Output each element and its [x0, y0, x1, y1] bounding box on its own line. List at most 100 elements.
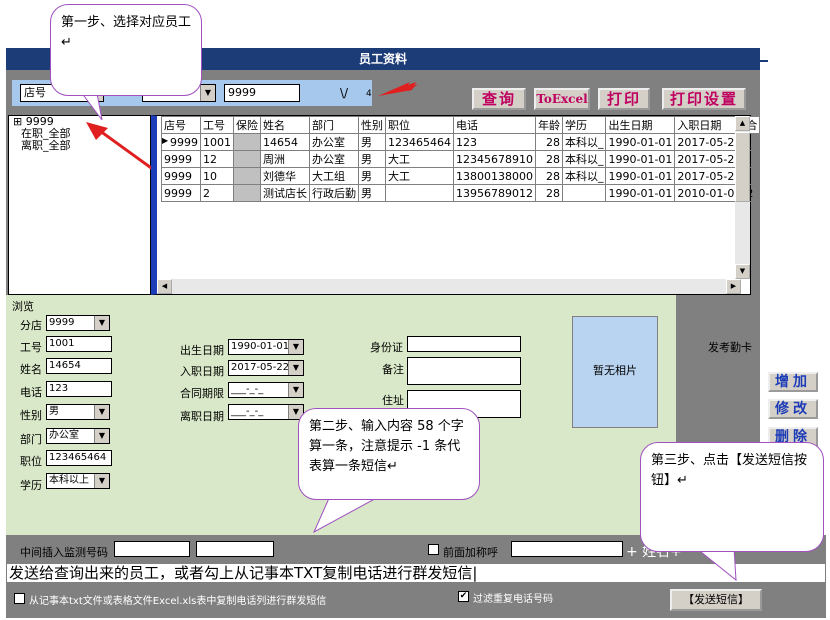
col-position[interactable]: 职位: [385, 116, 454, 134]
cell[interactable]: 刘德华: [260, 167, 310, 185]
table-row[interactable]: 9999 2 测试店长 行政后勤 男 13956789012 28 1990-0…: [161, 184, 761, 202]
col-dept[interactable]: 部门: [309, 116, 359, 134]
birth-date-picker[interactable]: 1990-01-01 ▼: [228, 339, 304, 355]
search-input[interactable]: 9999: [224, 84, 300, 102]
cell[interactable]: 28: [534, 133, 563, 151]
cell[interactable]: 本科以_: [561, 150, 607, 168]
cell[interactable]: 男: [358, 167, 386, 185]
note-field[interactable]: [407, 357, 521, 385]
col-id[interactable]: 工号: [200, 116, 234, 134]
photo-placeholder[interactable]: 暂无相片: [572, 316, 658, 428]
cell[interactable]: 大工: [385, 167, 454, 185]
cell[interactable]: 男: [358, 184, 386, 202]
cell[interactable]: 2017-05-22: [674, 150, 745, 168]
cell[interactable]: 12: [200, 150, 234, 168]
insert-number-field-1[interactable]: [114, 541, 190, 557]
cell[interactable]: [233, 184, 261, 202]
cell[interactable]: 周洲: [260, 150, 310, 168]
cell[interactable]: 本科以_: [561, 133, 607, 151]
edit-button[interactable]: 修改: [768, 399, 818, 419]
col-store[interactable]: 店号: [161, 116, 201, 134]
cell[interactable]: 9999: [161, 184, 201, 202]
chevron-down-icon[interactable]: ▼: [94, 316, 109, 330]
cell[interactable]: [233, 133, 261, 151]
scroll-right-icon[interactable]: ▶: [726, 279, 741, 294]
id-field[interactable]: 1001: [46, 336, 112, 352]
cell[interactable]: 2017-05-22: [674, 133, 745, 151]
print-settings-button[interactable]: 打印设置: [662, 88, 746, 110]
chevron-down-icon[interactable]: ▼: [94, 405, 109, 419]
scroll-up-icon[interactable]: ▲: [735, 116, 750, 131]
idcard-field[interactable]: [407, 336, 521, 352]
txt-import-checkbox[interactable]: [14, 593, 25, 604]
col-hire[interactable]: 入职日期: [674, 116, 745, 134]
store-select[interactable]: 9999 ▼: [46, 315, 110, 331]
scroll-thumb[interactable]: [735, 132, 750, 202]
dedupe-checkbox[interactable]: ✔: [458, 591, 469, 602]
hire-date-picker[interactable]: 2017-05-22 ▼: [228, 360, 304, 376]
cell[interactable]: [233, 167, 261, 185]
col-edu[interactable]: 学历: [561, 116, 607, 134]
cell[interactable]: 1990-01-01: [605, 167, 676, 185]
edu-select[interactable]: 本科以上 ▼: [46, 473, 110, 489]
cell[interactable]: 本科以_: [561, 167, 607, 185]
contract-date-picker[interactable]: ___-_-_ ▼: [228, 382, 304, 398]
horizontal-scrollbar[interactable]: ◀ ▶: [157, 279, 741, 294]
cell[interactable]: 123465464: [385, 133, 454, 151]
cell[interactable]: 28: [534, 150, 563, 168]
cell[interactable]: 9999: [161, 150, 201, 168]
scroll-down-icon[interactable]: ▼: [735, 264, 750, 279]
cell[interactable]: 测试店长: [260, 184, 310, 202]
cell[interactable]: 男: [358, 133, 386, 151]
col-phone[interactable]: 电话: [453, 116, 536, 134]
cell[interactable]: [561, 184, 607, 202]
cell[interactable]: 办公室: [309, 150, 359, 168]
table-row[interactable]: 9999 12 周洲 办公室 男 大工 12345678910 28 本科以_ …: [161, 150, 761, 168]
cell[interactable]: 28: [534, 167, 563, 185]
col-name[interactable]: 姓名: [260, 116, 310, 134]
print-button[interactable]: 打印: [598, 88, 650, 110]
col-insurance[interactable]: 保险: [233, 116, 261, 134]
excel-button[interactable]: ToExcel: [534, 88, 590, 110]
chevron-down-icon[interactable]: ▼: [200, 85, 215, 101]
cell[interactable]: 9999: [161, 167, 201, 185]
cell[interactable]: [233, 150, 261, 168]
prefix-checkbox[interactable]: [428, 544, 439, 555]
chevron-down-icon[interactable]: ▼: [288, 340, 303, 354]
employee-grid[interactable]: 店号 工号 保险 姓名 部门 性别 职位 电话 年龄 学历 出生日期 入职日期 …: [151, 115, 761, 295]
cell[interactable]: 13956789012: [453, 184, 536, 202]
cell[interactable]: 13800138000: [453, 167, 536, 185]
cell[interactable]: 14654: [260, 133, 310, 151]
chevron-down-icon[interactable]: ▼: [94, 429, 109, 443]
scroll-left-icon[interactable]: ◀: [157, 279, 172, 294]
phone-field[interactable]: 123: [46, 381, 112, 397]
chevron-down-icon[interactable]: ▼: [288, 361, 303, 375]
cell[interactable]: 大工组: [309, 167, 359, 185]
name-field[interactable]: 14654: [46, 358, 112, 374]
position-field[interactable]: 123465464: [46, 450, 112, 466]
cell[interactable]: 办公室: [309, 133, 359, 151]
cell[interactable]: 1990-01-01: [605, 150, 676, 168]
col-gender[interactable]: 性别: [358, 116, 386, 134]
col-age[interactable]: 年龄: [534, 116, 563, 134]
prefix-field[interactable]: [511, 541, 623, 557]
chevron-down-icon[interactable]: ▼: [288, 383, 303, 397]
cell[interactable]: 男: [358, 150, 386, 168]
cell[interactable]: [385, 184, 454, 202]
leave-date-picker[interactable]: ___-_-_ ▼: [228, 404, 304, 420]
cell[interactable]: 大工: [385, 150, 454, 168]
col-birth[interactable]: 出生日期: [605, 116, 676, 134]
cell[interactable]: 2017-05-22: [674, 167, 745, 185]
cell[interactable]: 10: [200, 167, 234, 185]
cell[interactable]: 1990-01-01: [605, 184, 676, 202]
attendance-card-label[interactable]: 发考勤卡: [708, 339, 752, 355]
cell[interactable]: 2: [200, 184, 234, 202]
cell[interactable]: 2010-01-01: [674, 184, 745, 202]
query-button[interactable]: 查询: [472, 88, 526, 110]
cell[interactable]: 123: [453, 133, 536, 151]
cell[interactable]: 28: [534, 184, 563, 202]
cell[interactable]: 行政后勤: [309, 184, 359, 202]
send-sms-button[interactable]: 【发送短信】: [670, 589, 762, 611]
cell[interactable]: 1990-01-01: [605, 133, 676, 151]
chevron-down-icon[interactable]: ▼: [94, 474, 109, 488]
